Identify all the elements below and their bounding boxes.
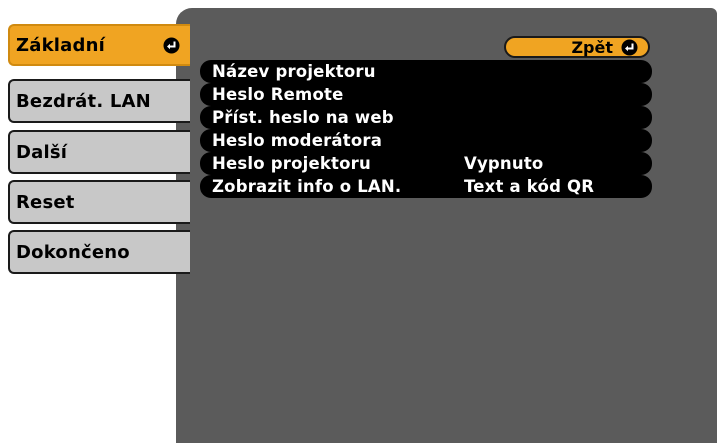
sidebar-item-bezdrat-lan[interactable]: Bezdrát. LAN: [8, 79, 190, 123]
back-button[interactable]: Zpět: [504, 36, 650, 58]
row-value: Vypnuto: [464, 154, 544, 173]
sidebar-item-label: Bezdrát. LAN: [16, 90, 151, 112]
row-heslo-remote[interactable]: Heslo Remote: [200, 83, 652, 106]
row-value: Text a kód QR: [464, 177, 595, 196]
row-label: Název projektoru: [212, 62, 376, 81]
row-zobrazit-info-o-lan[interactable]: Zobrazit info o LAN. Text a kód QR: [200, 175, 652, 198]
sidebar-item-label: Základní: [16, 34, 105, 56]
settings-list: Název projektoru Heslo Remote Příst. hes…: [200, 60, 652, 198]
row-label: Heslo moderátora: [212, 131, 383, 150]
enter-icon: [621, 39, 638, 56]
row-prist-heslo-na-web[interactable]: Příst. heslo na web: [200, 106, 652, 129]
enter-icon: [163, 37, 180, 54]
sidebar-item-dokonceno[interactable]: Dokončeno: [8, 230, 190, 274]
row-label: Zobrazit info o LAN.: [212, 177, 402, 196]
sidebar-item-zakladni[interactable]: Základní: [8, 24, 190, 66]
sidebar-item-label: Reset: [16, 191, 75, 213]
row-label: Heslo projektoru: [212, 154, 371, 173]
sidebar-item-label: Dokončeno: [16, 241, 130, 263]
sidebar-item-label: Další: [16, 141, 68, 163]
row-label: Heslo Remote: [212, 85, 344, 104]
sidebar-item-dalsi[interactable]: Další: [8, 130, 190, 174]
back-button-label: Zpět: [571, 37, 613, 57]
sidebar-item-reset[interactable]: Reset: [8, 180, 190, 224]
projector-menu-screen: Základní Bezdrát. LAN Další Reset Dokonč…: [0, 0, 725, 443]
row-heslo-moderatora[interactable]: Heslo moderátora: [200, 129, 652, 152]
row-label: Příst. heslo na web: [212, 108, 394, 127]
row-heslo-projektoru[interactable]: Heslo projektoru Vypnuto: [200, 152, 652, 175]
row-nazev-projektoru[interactable]: Název projektoru: [200, 60, 652, 83]
